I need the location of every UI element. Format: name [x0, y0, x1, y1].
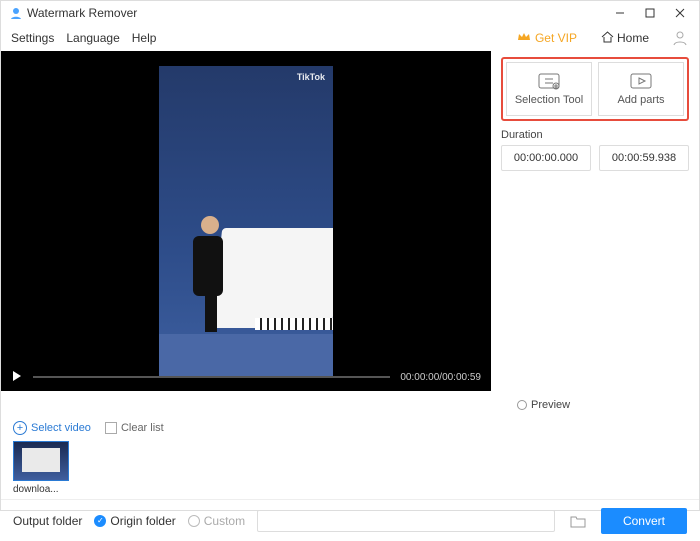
output-path-input[interactable] [257, 510, 555, 532]
home-link[interactable]: Home [601, 31, 649, 46]
end-time-field[interactable]: 00:00:59.938 [599, 145, 689, 171]
get-vip-link[interactable]: Get VIP [517, 31, 577, 46]
crown-icon [517, 31, 531, 46]
custom-folder-label: Custom [204, 514, 245, 528]
radio-icon [517, 400, 527, 410]
home-icon [601, 31, 614, 46]
add-parts-button[interactable]: Add parts [598, 62, 684, 116]
clear-list-button[interactable]: Clear list [105, 422, 164, 434]
app-icon [9, 6, 23, 20]
menu-settings[interactable]: Settings [11, 31, 54, 45]
video-thumbnail[interactable]: downloa... [13, 441, 73, 495]
playback-bar: 00:00:00/00:00:59 [1, 363, 491, 391]
selection-tool-button[interactable]: Selection Tool [506, 62, 592, 116]
menu-language[interactable]: Language [66, 31, 119, 45]
origin-folder-radio[interactable]: Origin folder [94, 514, 175, 528]
thumbnail-image [13, 441, 69, 481]
timecode: 00:00:00/00:00:59 [400, 372, 481, 383]
menubar: Settings Language Help Get VIP Home [1, 25, 699, 51]
play-button[interactable] [11, 370, 23, 385]
preview-label: Preview [531, 399, 570, 411]
thumbnail-filename: downloa... [13, 484, 69, 495]
window-minimize-button[interactable] [605, 1, 635, 25]
plus-icon: + [13, 421, 27, 435]
browse-folder-button[interactable] [567, 510, 589, 532]
selection-tool-label: Selection Tool [515, 94, 583, 106]
titlebar: Watermark Remover [1, 1, 699, 25]
vip-label: Get VIP [535, 31, 577, 45]
select-video-button[interactable]: + Select video [13, 421, 91, 435]
radio-checked-icon [94, 515, 106, 527]
convert-button[interactable]: Convert [601, 508, 687, 534]
home-label: Home [617, 31, 649, 45]
custom-folder-radio[interactable]: Custom [188, 514, 245, 528]
preview-row: Preview [1, 391, 699, 419]
select-video-label: Select video [31, 422, 91, 434]
profile-icon[interactable] [671, 29, 689, 47]
file-actions-row: + Select video Clear list [1, 419, 699, 437]
main-area: TikTok 00:00:00/00:00:59 Selection Tool … [1, 51, 699, 391]
preview-toggle[interactable]: Preview [517, 399, 570, 411]
window-maximize-button[interactable] [635, 1, 665, 25]
tiktok-watermark: TikTok [297, 72, 325, 82]
video-preview[interactable]: TikTok 00:00:00/00:00:59 [1, 51, 491, 391]
radio-empty-icon [188, 515, 200, 527]
side-panel: Selection Tool Add parts Duration 00:00:… [491, 51, 699, 391]
folder-icon [570, 514, 586, 528]
clear-list-label: Clear list [121, 422, 164, 434]
menu-help[interactable]: Help [132, 31, 157, 45]
progress-bar[interactable] [33, 376, 390, 378]
tool-row: Selection Tool Add parts [501, 57, 689, 121]
origin-folder-label: Origin folder [110, 514, 175, 528]
output-folder-label: Output folder [13, 514, 82, 528]
add-parts-label: Add parts [617, 94, 664, 106]
start-time-field[interactable]: 00:00:00.000 [501, 145, 591, 171]
footer-bar: Output folder Origin folder Custom Conve… [1, 499, 699, 541]
app-title: Watermark Remover [27, 6, 137, 20]
clear-icon [105, 422, 117, 434]
duration-label: Duration [501, 129, 689, 141]
window-close-button[interactable] [665, 1, 695, 25]
thumbnail-list: downloa... [1, 437, 699, 499]
video-frame: TikTok [159, 66, 333, 376]
